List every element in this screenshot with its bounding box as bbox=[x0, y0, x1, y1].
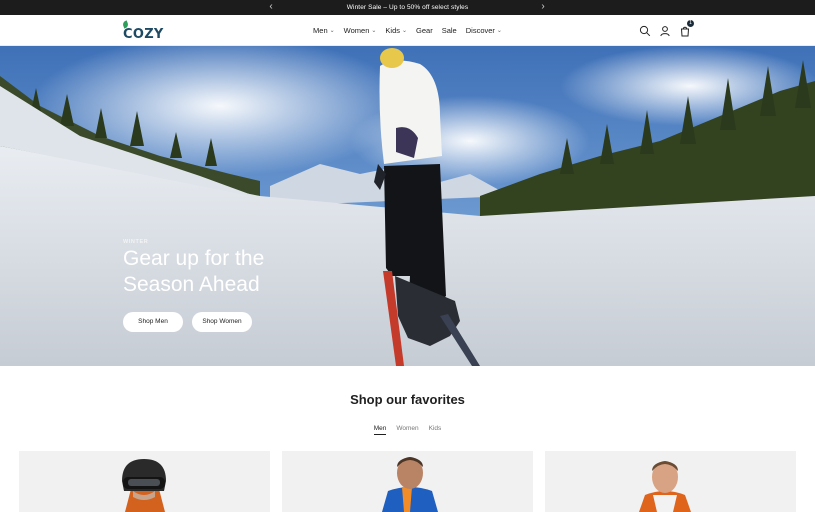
main-nav: Men ⌄ Women ⌄ Kids ⌄ Gear Sale Discover … bbox=[0, 15, 815, 46]
product-image-blue-jacket-model bbox=[382, 457, 438, 512]
hero-headline: Gear up for the Season Ahead bbox=[123, 247, 265, 296]
tab-women[interactable]: Women bbox=[396, 425, 418, 435]
chevron-down-icon: ⌄ bbox=[402, 28, 408, 34]
product-card[interactable] bbox=[545, 451, 796, 512]
nav-label: Sale bbox=[441, 26, 457, 35]
nav-label: Women bbox=[343, 26, 370, 35]
chevron-down-icon: ⌄ bbox=[496, 28, 502, 34]
nav-item-men[interactable]: Men ⌄ bbox=[313, 26, 335, 35]
chevron-down-icon: ⌄ bbox=[329, 28, 335, 34]
chevron-down-icon: ⌄ bbox=[371, 28, 377, 34]
nav-item-sale[interactable]: Sale bbox=[442, 26, 457, 35]
nav-label: Discover bbox=[465, 26, 495, 35]
hero-image bbox=[0, 46, 815, 366]
cart-icon[interactable]: 1 bbox=[679, 20, 694, 37]
nav-item-kids[interactable]: Kids ⌄ bbox=[385, 26, 407, 35]
shop-women-button[interactable]: Shop Women bbox=[192, 312, 252, 332]
nav-label: Kids bbox=[385, 26, 400, 35]
nav-item-women[interactable]: Women ⌄ bbox=[344, 26, 377, 35]
tab-men[interactable]: Men bbox=[373, 425, 387, 435]
product-image-helmet-model bbox=[122, 459, 166, 512]
favorites-title: Shop our favorites bbox=[350, 392, 465, 407]
account-icon[interactable] bbox=[659, 24, 671, 37]
announcement-bar: ‹ Winter Sale – Up to 50% off select sty… bbox=[0, 0, 815, 15]
tab-kids[interactable]: Kids bbox=[429, 425, 442, 435]
product-card[interactable] bbox=[19, 451, 270, 512]
header-icons: 1 bbox=[639, 20, 694, 37]
hero-banner: WINTER Gear up for the Season Ahead Shop… bbox=[0, 46, 815, 366]
announcement-message[interactable]: Winter Sale – Up to 50% off select style… bbox=[0, 0, 815, 15]
nav-label: Men bbox=[313, 26, 328, 35]
cart-count-badge: 1 bbox=[687, 20, 694, 27]
shop-men-button[interactable]: Shop Men bbox=[123, 312, 183, 332]
nav-label: Gear bbox=[416, 26, 433, 35]
favorites-tabs: Men Women Kids bbox=[0, 425, 815, 435]
hero-kicker: WINTER bbox=[123, 239, 149, 245]
search-icon[interactable] bbox=[639, 24, 651, 37]
nav-item-discover[interactable]: Discover ⌄ bbox=[466, 26, 502, 35]
nav-item-gear[interactable]: Gear bbox=[416, 26, 433, 35]
product-card[interactable] bbox=[282, 451, 533, 512]
product-image-orange-jacket-model bbox=[639, 461, 691, 512]
announcement-next-arrow-icon[interactable]: › bbox=[536, 0, 550, 15]
site-header: COZY Men ⌄ Women ⌄ Kids ⌄ Gear Sale Disc… bbox=[0, 15, 815, 46]
